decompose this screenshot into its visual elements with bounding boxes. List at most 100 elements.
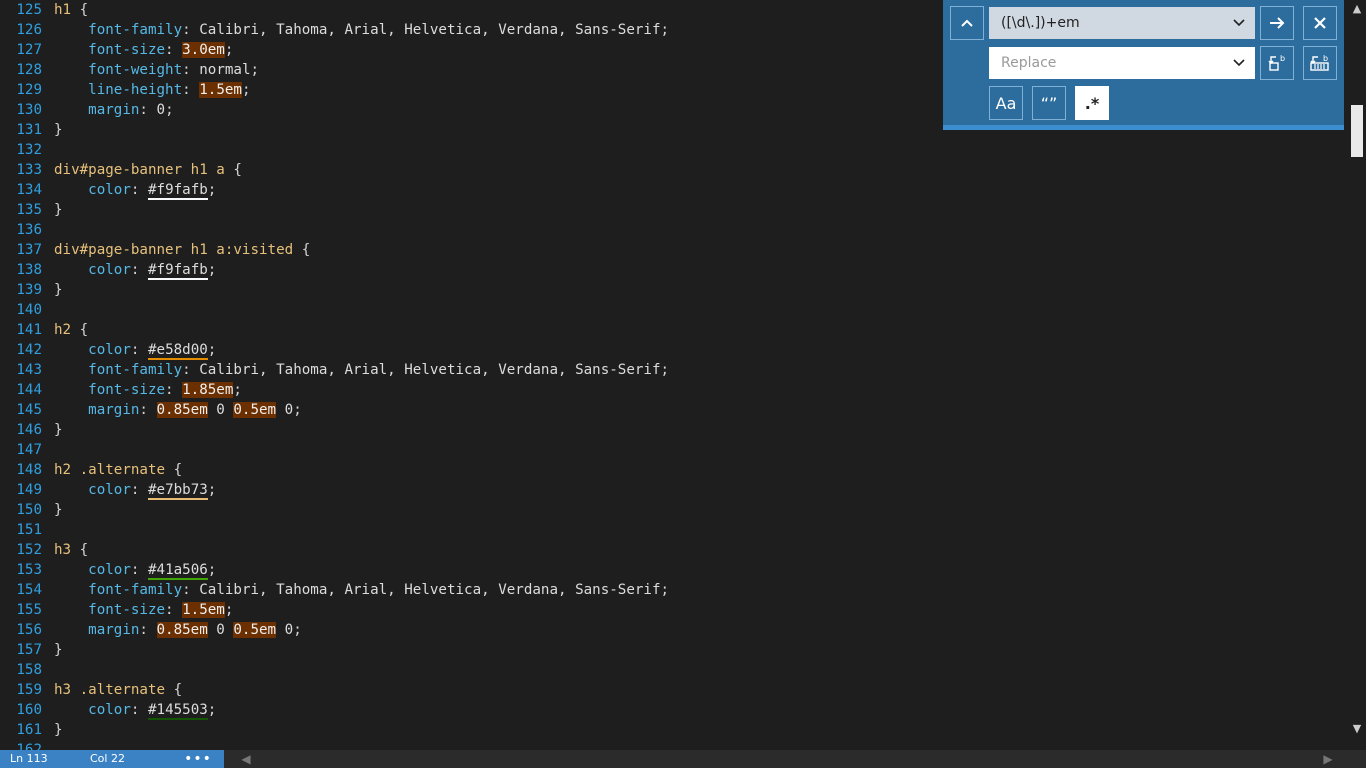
line-number: 133 <box>16 162 42 178</box>
code-line[interactable]: 151 <box>0 520 1348 540</box>
code-line[interactable]: 162 <box>0 740 1348 750</box>
match-case-toggle[interactable]: Aa <box>989 86 1023 120</box>
code-line[interactable]: 156 margin: 0.85em 0 0.5em 0; <box>0 620 1348 640</box>
replace-next-button[interactable]: b <box>1260 46 1294 80</box>
code-token: h2 .alternate <box>54 462 174 478</box>
scrollbar-thumb[interactable] <box>1351 105 1363 157</box>
code-line[interactable]: 133 div#page-banner h1 a { <box>0 160 1348 180</box>
code-line[interactable]: 140 <box>0 300 1348 320</box>
arrow-right-icon <box>1270 17 1285 29</box>
find-input[interactable] <box>989 7 1219 39</box>
line-number: 154 <box>16 582 42 598</box>
code-token: : <box>165 602 183 618</box>
code-token: ; <box>224 602 234 618</box>
line-number: 130 <box>16 102 42 118</box>
scroll-down-icon[interactable]: ▼ <box>1348 722 1366 736</box>
code-line[interactable]: 142 color: #e58d00; <box>0 340 1348 360</box>
code-line[interactable]: 155 font-size: 1.5em; <box>0 600 1348 620</box>
chevron-down-icon[interactable] <box>1231 14 1247 30</box>
code-line[interactable]: 146} <box>0 420 1348 440</box>
code-line[interactable]: 135} <box>0 200 1348 220</box>
code-token: color <box>88 262 131 278</box>
close-button[interactable] <box>1303 6 1337 40</box>
code-line[interactable]: 132 <box>0 140 1348 160</box>
scroll-left-icon[interactable]: ◀ <box>238 750 254 768</box>
scroll-up-icon[interactable]: ▲ <box>1348 2 1366 16</box>
code-text: font-weight: normal; <box>54 60 259 80</box>
code-line[interactable]: 149 color: #e7bb73; <box>0 480 1348 500</box>
code-line[interactable]: 154 font-family: Calibri, Tahoma, Arial,… <box>0 580 1348 600</box>
match-case-label: Aa <box>995 93 1017 113</box>
code-token: color <box>88 342 131 358</box>
code-line[interactable]: 136 <box>0 220 1348 240</box>
code-token: h3 <box>54 542 80 558</box>
code-text: line-height: 1.5em; <box>54 80 251 100</box>
code-line[interactable]: 141 h2 { <box>0 320 1348 340</box>
code-line[interactable]: 147 <box>0 440 1348 460</box>
code-token: Calibri, Tahoma, Arial, Helvetica, Verda… <box>199 362 661 378</box>
svg-text:b: b <box>1323 54 1328 63</box>
code-token: : <box>130 262 148 278</box>
code-line[interactable]: 144 font-size: 1.85em; <box>0 380 1348 400</box>
search-match: 1.5em <box>182 602 225 618</box>
code-line[interactable]: 134 color: #f9fafb; <box>0 180 1348 200</box>
code-token: } <box>54 722 63 738</box>
code-line[interactable]: 137 div#page-banner h1 a:visited { <box>0 240 1348 260</box>
code-line[interactable]: 138 color: #f9fafb; <box>0 260 1348 280</box>
column-indicator[interactable]: Col 22 <box>90 750 125 768</box>
code-token: : <box>182 82 200 98</box>
collapse-button[interactable] <box>950 6 984 40</box>
code-token: margin <box>88 402 140 418</box>
line-number: 147 <box>16 442 42 458</box>
code-text: color: #41a506; <box>54 560 216 580</box>
code-line[interactable]: 150} <box>0 500 1348 520</box>
chevron-down-icon[interactable] <box>1231 54 1247 70</box>
code-token: div#page-banner h1 a:visited <box>54 242 302 258</box>
find-next-button[interactable] <box>1260 6 1294 40</box>
search-match: 1.85em <box>182 382 234 398</box>
code-line[interactable]: 143 font-family: Calibri, Tahoma, Arial,… <box>0 360 1348 380</box>
whole-word-toggle[interactable]: “” <box>1032 86 1066 120</box>
code-line[interactable]: 157} <box>0 640 1348 660</box>
scroll-right-icon[interactable]: ▶ <box>1320 750 1336 768</box>
code-token: ; <box>660 22 670 38</box>
code-line[interactable]: 145 margin: 0.85em 0 0.5em 0; <box>0 400 1348 420</box>
replace-input[interactable] <box>989 47 1219 79</box>
code-token: : <box>130 482 148 498</box>
code-token: ; <box>207 182 217 198</box>
code-text: } <box>54 500 63 520</box>
find-input-combo[interactable] <box>989 7 1255 39</box>
code-line[interactable]: 139} <box>0 280 1348 300</box>
code-token: ; <box>660 362 670 378</box>
vertical-scrollbar[interactable]: ▲ ▼ <box>1348 0 1366 750</box>
search-match: 0.5em <box>233 402 277 418</box>
code-line[interactable]: 152 h3 { <box>0 540 1348 560</box>
svg-text:b: b <box>1280 54 1285 63</box>
replace-input-combo[interactable] <box>989 47 1255 79</box>
code-line[interactable]: 160 color: #145503; <box>0 700 1348 720</box>
code-token: h3 .alternate <box>54 682 174 698</box>
code-text: h2 { <box>54 320 88 340</box>
code-token: line-height <box>88 82 183 98</box>
line-indicator[interactable]: Ln 113 <box>10 750 48 768</box>
code-token: { <box>79 542 89 558</box>
regex-toggle[interactable]: .* <box>1075 86 1109 120</box>
code-line[interactable]: 159 h3 .alternate { <box>0 680 1348 700</box>
code-line[interactable]: 153 color: #41a506; <box>0 560 1348 580</box>
code-text: h3 { <box>54 540 88 560</box>
code-line[interactable]: 148 h2 .alternate { <box>0 460 1348 480</box>
code-token: : <box>182 362 200 378</box>
code-token: 0 <box>207 402 234 418</box>
code-line[interactable]: 158 <box>0 660 1348 680</box>
replace-all-button[interactable]: b <box>1303 46 1337 80</box>
code-line[interactable]: 161} <box>0 720 1348 740</box>
more-button[interactable]: ••• <box>180 750 216 768</box>
code-token: ; <box>241 82 251 98</box>
code-text: } <box>54 200 63 220</box>
